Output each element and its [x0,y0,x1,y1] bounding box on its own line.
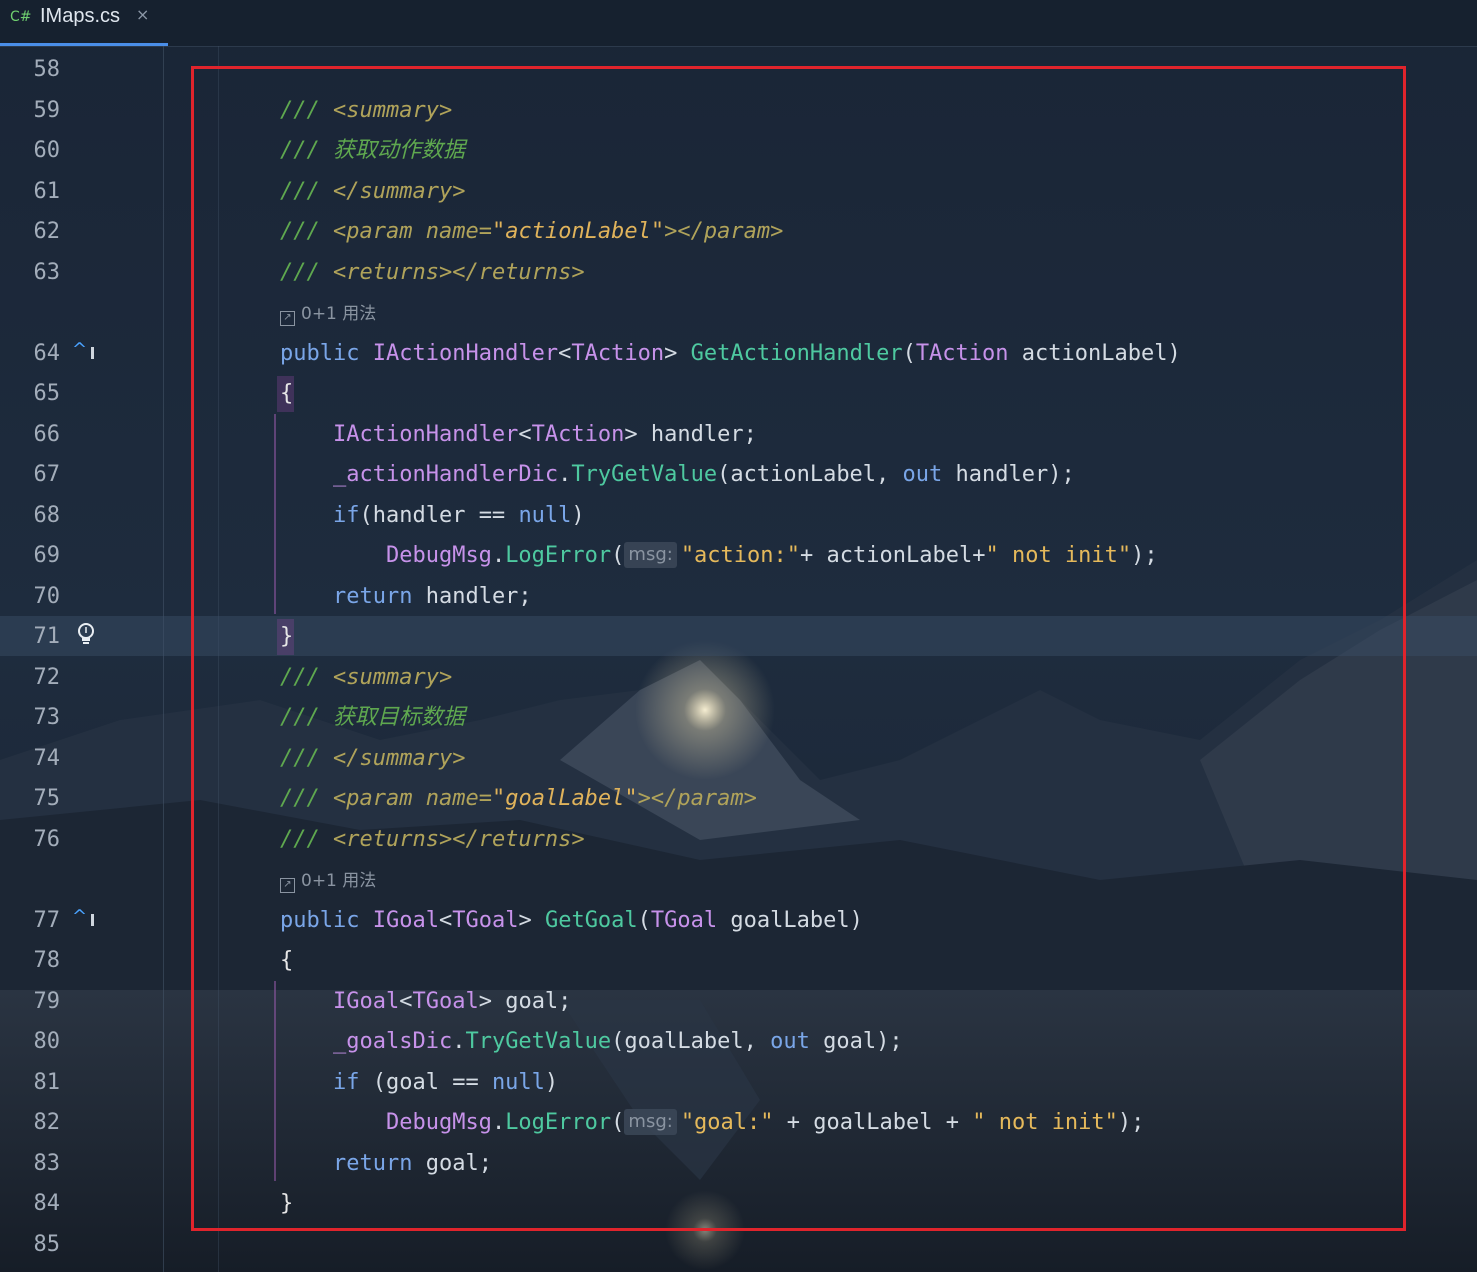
line-number: 61 [33,179,61,204]
line-number: 83 [33,1151,61,1176]
line-number: 84 [33,1191,61,1216]
line-number: 79 [33,989,61,1014]
tab-imaps-cs[interactable]: C# IMaps.cs × [0,0,168,46]
line-number: 72 [33,665,61,690]
csharp-file-icon: C# [10,9,32,25]
line-number: 63 [33,260,61,285]
close-tab-icon[interactable]: × [136,5,149,24]
line-number: 78 [33,948,61,973]
gutter-divider [163,46,164,1272]
line-number: 66 [33,422,61,447]
implements-interface-icon[interactable]: ^ [72,905,95,929]
line-number: 75 [33,786,61,811]
line-number: 81 [33,1070,61,1095]
code-editor[interactable]: C# IMaps.cs × 58 59 60 61 62 63 64 65 66… [0,0,1477,1272]
line-number: 73 [33,705,61,730]
line-number: 62 [33,219,61,244]
line-number: 76 [33,827,61,852]
line-number: 64 [33,341,61,366]
line-number: 74 [33,746,61,771]
line-number: 59 [33,98,61,123]
line-number: 77 [33,908,61,933]
line-number: 65 [33,381,61,406]
line-number: 60 [33,138,61,163]
line-number: 82 [33,1110,61,1135]
editor-tab-bar: C# IMaps.cs × [0,0,1477,47]
line-number: 85 [33,1232,61,1257]
line-number: 68 [33,503,61,528]
line-number: 70 [33,584,61,609]
tab-file-name: IMaps.cs [40,5,121,27]
red-highlight-rectangle [191,66,1406,1231]
line-number: 58 [33,57,61,82]
line-number: 71 [33,624,61,649]
implements-interface-icon[interactable]: ^ [72,338,95,362]
line-number: 80 [33,1029,61,1054]
line-number: 69 [33,543,61,568]
lightbulb-icon[interactable] [76,622,96,653]
line-number: 67 [33,462,61,487]
